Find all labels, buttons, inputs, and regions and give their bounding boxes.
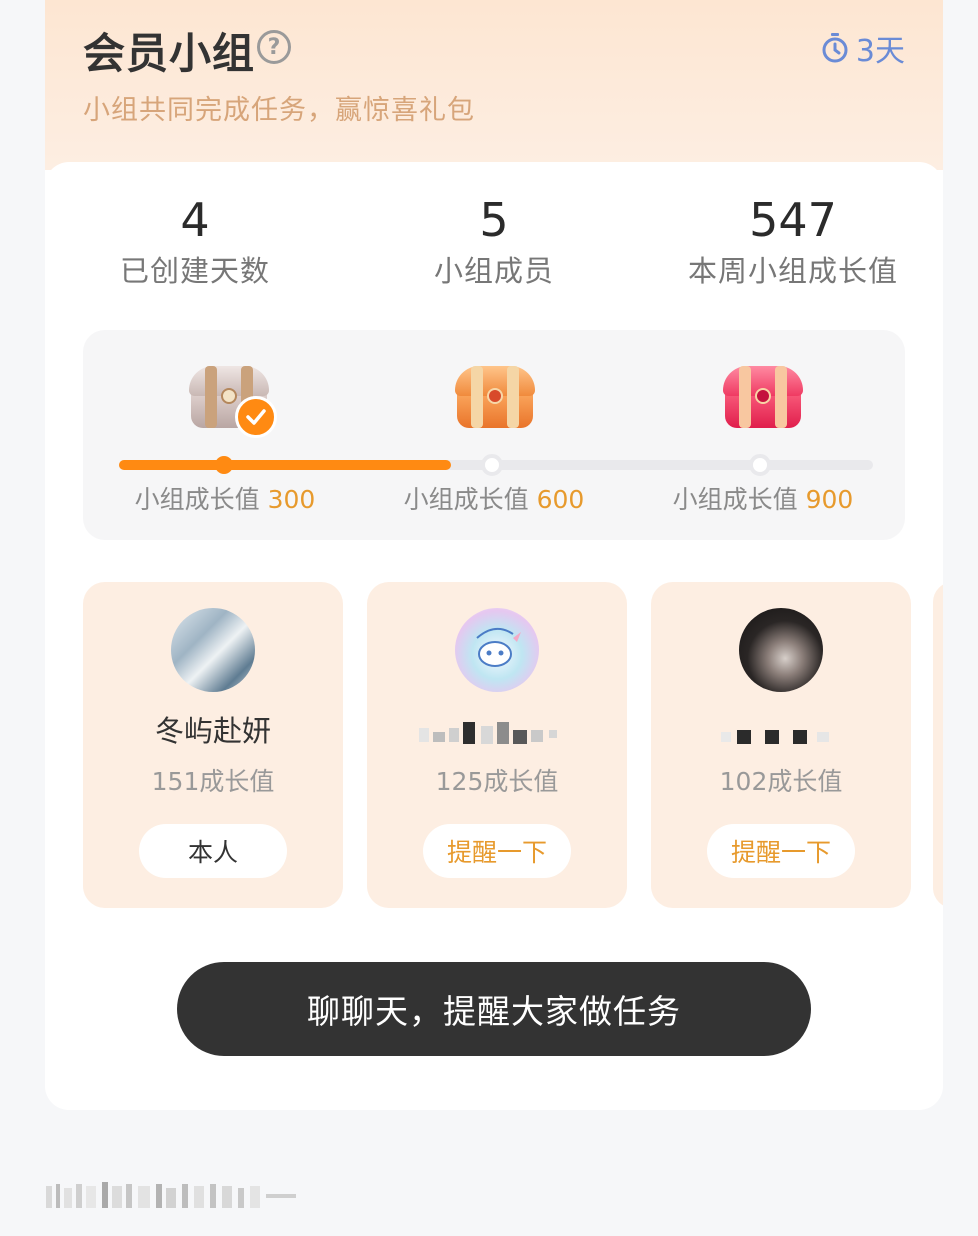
member-list[interactable]: 冬屿赴妍 151成长值 本人 125成长值 提醒一下 102成长值 提醒一下: [83, 582, 943, 912]
milestone-label-300: 小组成长值 300: [134, 485, 316, 514]
milestone-label-900: 小组成长值 900: [672, 485, 854, 514]
remind-button[interactable]: 提醒一下: [423, 824, 571, 878]
stat-label: 小组成员: [433, 254, 554, 288]
member-card[interactable]: 125成长值 提醒一下: [367, 582, 627, 908]
member-score: 151成长值: [151, 767, 275, 796]
stat-label: 已创建天数: [119, 254, 270, 288]
stat-value: 547: [749, 193, 837, 247]
member-name-redacted: [721, 722, 841, 748]
self-badge-button: 本人: [139, 824, 287, 878]
member-score: 102成长值: [719, 767, 843, 796]
stat-weekly-growth: 547 本周小组成长值: [643, 192, 943, 290]
check-icon: [235, 396, 277, 438]
milestone-dot-600: [481, 454, 503, 476]
avatar[interactable]: [171, 608, 255, 692]
timer-icon: [822, 33, 848, 63]
treasure-chest-icon-900[interactable]: [721, 362, 805, 434]
avatar[interactable]: [455, 608, 539, 692]
card-header: 会员小组 ? 3天 小组共同完成任务，赢惊喜礼包: [45, 0, 943, 170]
member-card[interactable]: 102成长值 提醒一下: [651, 582, 911, 908]
redacted-footer-text: [46, 1180, 302, 1210]
progress-fill: [119, 460, 451, 470]
reward-progress: 小组成长值 300 小组成长值 600 小组成长值 900: [83, 330, 905, 540]
question-circle-icon[interactable]: ?: [257, 30, 291, 64]
milestone-dot-300: [215, 456, 233, 474]
group-panel: 4 已创建天数 5 小组成员 547 本周小组成长值 小组成长值 300 小组成…: [45, 162, 943, 1110]
page-subtitle: 小组共同完成任务，赢惊喜礼包: [83, 95, 475, 126]
stat-value: 5: [479, 193, 509, 247]
milestone-label-600: 小组成长值 600: [403, 485, 585, 514]
member-score: 125成长值: [435, 767, 559, 796]
milestone-dot-900: [749, 454, 771, 476]
avatar[interactable]: [739, 608, 823, 692]
member-name: 冬屿赴妍: [154, 714, 271, 748]
remind-button[interactable]: 提醒一下: [707, 824, 855, 878]
chat-remind-button[interactable]: 聊聊天，提醒大家做任务: [177, 962, 811, 1056]
progress-track: [119, 454, 873, 476]
member-card-peek[interactable]: [933, 582, 943, 908]
timer-text: 3天: [855, 34, 905, 69]
member-group-card: 会员小组 ? 3天 小组共同完成任务，赢惊喜礼包 4 已创建天数 5 小组成员 …: [45, 0, 943, 1110]
stat-label: 本周小组成长值: [687, 254, 898, 288]
member-card[interactable]: 冬屿赴妍 151成长值 本人: [83, 582, 343, 908]
stat-members: 5 小组成员: [344, 192, 644, 290]
stat-days-created: 4 已创建天数: [45, 192, 345, 290]
member-name-redacted: [419, 722, 575, 748]
stat-value: 4: [180, 193, 210, 247]
countdown-timer: 3天: [820, 26, 905, 70]
treasure-chest-icon-600[interactable]: [453, 362, 537, 434]
page-title: 会员小组: [83, 29, 256, 78]
